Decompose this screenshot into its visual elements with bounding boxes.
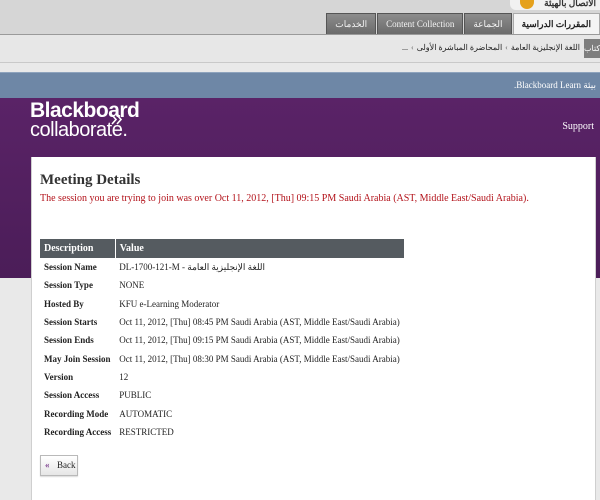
row-value: 12 xyxy=(119,371,129,382)
breadcrumb-item-ellipsis[interactable]: ... xyxy=(402,43,408,52)
row-value: PUBLIC xyxy=(119,390,152,401)
row-value: AUTOMATIC xyxy=(119,408,173,419)
row-key: Hosted By xyxy=(44,298,84,309)
table-row: Recording Access RESTRICTED xyxy=(40,423,404,441)
breadcrumb-item-lecture[interactable]: المحاضرة المباشرة الأولى xyxy=(417,43,502,52)
notice-text: بيئة Blackboard Learn. xyxy=(514,80,596,90)
table-row: Session Starts Oct 11, 2012, [Thu] 08:45 … xyxy=(40,313,404,331)
tab-courses[interactable]: المقررات الدراسية xyxy=(512,13,600,34)
table-row: Session Ends Oct 11, 2012, [Thu] 09:15 PM… xyxy=(40,331,404,349)
row-key: May Join Session xyxy=(44,353,111,364)
table-row: Session Type NONE xyxy=(40,276,404,294)
breadcrumb: اللغة الإنجليزية العامة›المحاضرة المباشر… xyxy=(402,43,580,52)
notice-bar: بيئة Blackboard Learn. xyxy=(0,72,600,99)
main-tabs: المقررات الدراسية الجماعة Content Collec… xyxy=(325,13,600,34)
top-navigation-bar: الاتصال بالهيئة المقررات الدراسية الجماع… xyxy=(0,0,600,35)
institution-logo-icon xyxy=(520,0,534,9)
breadcrumb-separator-icon: › xyxy=(411,43,414,52)
table-row: Hosted By KFU e-Learning Moderator xyxy=(40,295,404,313)
tab-content-collection[interactable]: Content Collection xyxy=(377,13,464,34)
institution-logo[interactable]: الاتصال بالهيئة xyxy=(510,0,600,10)
column-header-description: Description xyxy=(40,239,116,258)
row-key: Recording Mode xyxy=(44,408,109,419)
row-key: Session Starts xyxy=(44,317,98,328)
double-chevron-left-icon: « xyxy=(45,460,50,470)
session-details-table: Description Value Session Name DL-1700-12… xyxy=(40,239,404,441)
table-row: Session Name DL-1700-121-M - اللغة الإنجل… xyxy=(40,258,404,276)
institution-logo-text: الاتصال بالهيئة xyxy=(544,0,596,8)
breadcrumb-bar: كتاب اللغة الإنجليزية العامة›المحاضرة ال… xyxy=(0,35,600,63)
row-value: KFU e-Learning Moderator xyxy=(119,298,220,309)
row-value: Oct 11, 2012, [Thu] 08:30 PM Saudi Arabi… xyxy=(119,353,400,364)
row-key: Session Access xyxy=(44,390,100,401)
row-key: Session Name xyxy=(44,262,97,273)
back-button-label: Back xyxy=(57,460,76,470)
tab-services[interactable]: الخدمات xyxy=(326,13,377,34)
back-button[interactable]: « Back xyxy=(40,455,78,476)
row-value: Oct 11, 2012, [Thu] 08:45 PM Saudi Arabi… xyxy=(119,317,400,328)
table-row: May Join Session Oct 11, 2012, [Thu] 08:3… xyxy=(40,349,404,367)
row-value: Oct 11, 2012, [Thu] 09:15 PM Saudi Arabi… xyxy=(119,335,400,346)
breadcrumb-item-course[interactable]: اللغة الإنجليزية العامة xyxy=(511,43,580,52)
table-header-row: Description Value xyxy=(40,239,404,258)
meeting-details-card: Meeting Details The session you are tryi… xyxy=(31,157,596,500)
support-link[interactable]: Support xyxy=(562,121,594,132)
breadcrumb-separator-icon: › xyxy=(505,43,508,52)
table-row: Recording Mode AUTOMATIC xyxy=(40,404,404,422)
menu-toggle-button[interactable]: كتاب xyxy=(584,39,600,58)
row-key: Session Type xyxy=(44,280,93,291)
tab-community[interactable]: الجماعة xyxy=(464,13,512,34)
page-title: Meeting Details xyxy=(40,172,141,188)
row-key: Session Ends xyxy=(44,335,94,346)
row-value: DL-1700-121-M - اللغة الإنجليزية العامة xyxy=(119,261,266,272)
collaborate-chevron-icon xyxy=(111,114,123,125)
row-value: NONE xyxy=(119,280,145,291)
row-key: Recording Access xyxy=(44,426,112,437)
table-row: Version 12 xyxy=(40,368,404,386)
row-key: Version xyxy=(44,371,74,382)
error-message: The session you are trying to join was o… xyxy=(40,193,529,204)
table-row: Session Access PUBLIC xyxy=(40,386,404,404)
column-header-value: Value xyxy=(115,239,404,258)
row-value: RESTRICTED xyxy=(119,426,174,437)
